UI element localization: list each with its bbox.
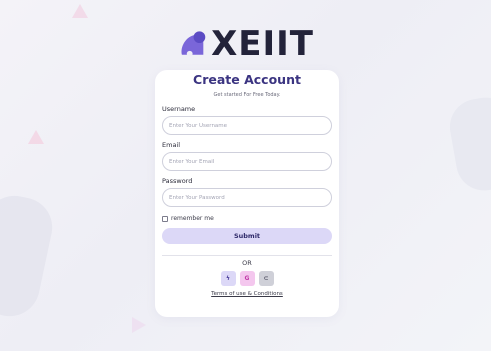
brand-name: XEIIT [211, 24, 314, 64]
email-label: Email [162, 141, 181, 149]
divider-line [162, 255, 332, 256]
email-input[interactable] [162, 152, 332, 171]
decorative-triangle [28, 130, 44, 144]
password-label: Password [162, 177, 193, 185]
terms-link[interactable]: Terms of use & Conditions [162, 290, 332, 298]
submit-button[interactable]: Submit [162, 228, 332, 244]
remember-me-row[interactable]: remember me [162, 214, 332, 224]
decorative-triangle [132, 317, 146, 333]
page-title: Create Account [193, 72, 301, 87]
password-input[interactable] [162, 188, 332, 207]
brand-logo: XEIIT [178, 24, 314, 64]
link-icon: ⊂ [263, 275, 269, 282]
google-icon: G [244, 275, 250, 282]
remember-me-checkbox[interactable] [162, 216, 168, 222]
or-divider: OR [162, 250, 332, 268]
logo-mark-icon [181, 31, 206, 57]
social-button-google[interactable]: G [239, 271, 255, 286]
social-button-link[interactable]: ⊂ [258, 271, 274, 286]
decorative-blob [0, 190, 58, 322]
decorative-triangle [72, 4, 88, 18]
page-subtitle: Get started For Free Today. [213, 92, 281, 98]
signup-card: Create Account Get started For Free Toda… [155, 70, 339, 317]
username-label: Username [162, 105, 196, 113]
lightning-icon: ϟ [226, 275, 230, 282]
social-login-buttons: ϟ G ⊂ [162, 271, 332, 286]
divider-text: OR [239, 258, 255, 268]
social-button-lightning[interactable]: ϟ [220, 271, 236, 286]
decorative-blob [445, 93, 491, 195]
remember-me-label: remember me [171, 215, 214, 222]
username-input[interactable] [162, 116, 332, 135]
